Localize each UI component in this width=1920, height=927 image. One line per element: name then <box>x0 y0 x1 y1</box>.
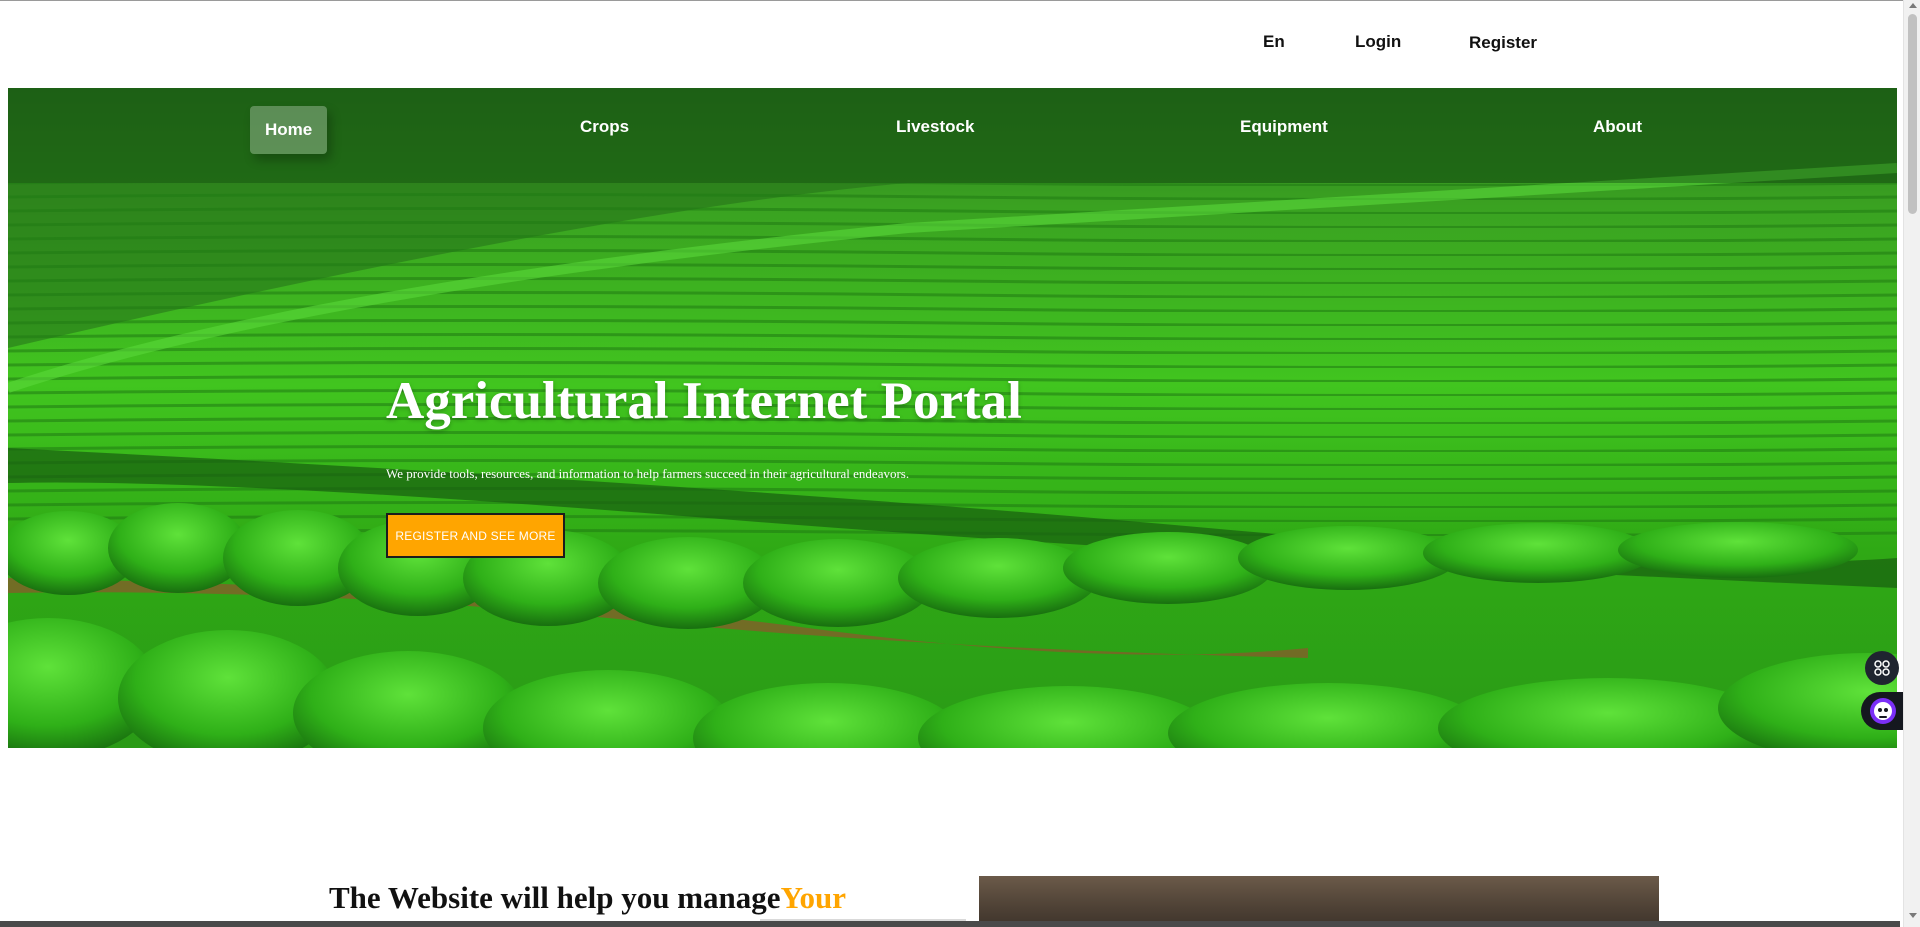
hero-subtitle: We provide tools, resources, and informa… <box>386 466 910 481</box>
nav-livestock[interactable]: Livestock <box>896 117 974 137</box>
window-bottom-edge <box>0 921 1900 927</box>
register-cta-button[interactable]: REGISTER AND SEE MORE <box>386 513 565 558</box>
section-heading-accent: Your <box>780 880 847 915</box>
scroll-up-arrow-icon[interactable] <box>1909 3 1917 8</box>
section-heading: The Website will help you manageYour <box>329 880 846 916</box>
section-heading-main: The Website will help you manage <box>329 880 781 915</box>
nav-equipment[interactable]: Equipment <box>1240 117 1328 137</box>
assistant-button[interactable] <box>1861 692 1905 730</box>
apps-grid-icon <box>1874 660 1890 676</box>
language-selector[interactable]: En <box>1263 32 1285 52</box>
register-link[interactable]: Register <box>1469 33 1537 53</box>
scroll-down-arrow-icon[interactable] <box>1909 913 1917 918</box>
vertical-scrollbar[interactable] <box>1903 0 1920 927</box>
apps-grid-button[interactable] <box>1865 651 1899 685</box>
soil-image <box>979 876 1659 927</box>
hero-banner: Home Crops Livestock Equipment About Agr… <box>8 88 1897 748</box>
login-link[interactable]: Login <box>1355 32 1401 52</box>
nav-home[interactable]: Home <box>250 106 328 154</box>
top-bar: En Login Register <box>0 0 1900 88</box>
nav-crops[interactable]: Crops <box>580 117 629 137</box>
hero-title: Agricultural Internet Portal <box>386 372 1022 430</box>
scroll-thumb[interactable] <box>1908 14 1917 214</box>
nav-about[interactable]: About <box>1593 117 1642 137</box>
assistant-bot-icon <box>1870 698 1896 724</box>
